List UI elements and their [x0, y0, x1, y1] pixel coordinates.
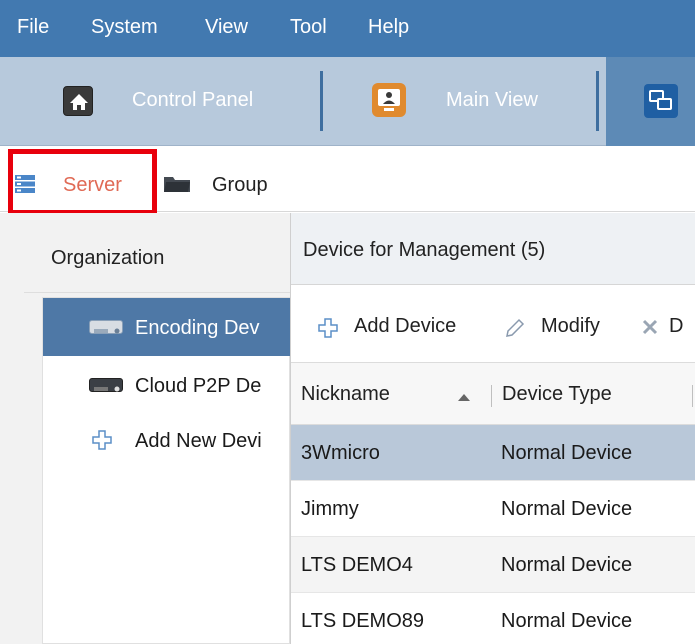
tree-item-add-new-device[interactable]: Add New Devi [43, 411, 291, 469]
delete-label: D [669, 315, 684, 337]
device-management-button[interactable] [606, 57, 695, 146]
column-device-type[interactable]: Device Type [502, 383, 612, 406]
encoding-device-icon [89, 320, 123, 334]
cell-device-type: Normal Device [501, 442, 633, 464]
management-title: Device for Management (5) [303, 239, 546, 261]
organization-header: Organization [24, 213, 290, 293]
cell-nickname: LTS DEMO89 [301, 610, 424, 632]
tree-item-label: Encoding Dev [135, 317, 260, 339]
organization-title: Organization [51, 247, 165, 269]
plus-icon [317, 317, 339, 339]
column-divider [491, 385, 492, 407]
close-icon [641, 318, 659, 336]
menu-file[interactable]: File [17, 16, 49, 39]
sort-ascending-icon[interactable] [457, 389, 471, 401]
tab-group[interactable]: Group [160, 152, 300, 212]
modify-button[interactable]: Modify [503, 285, 623, 363]
delete-button[interactable]: D [641, 285, 695, 363]
device-management-panel: Device for Management (5) Add Device Mod… [290, 213, 695, 644]
control-panel-label: Control Panel [132, 89, 254, 111]
toolbar-separator [320, 71, 323, 131]
folder-icon [162, 174, 192, 194]
device-tree: Encoding Dev Cloud P2P De Add New Devi [42, 297, 291, 644]
device-table-header: Nickname Device Type [291, 363, 695, 425]
main-view-button[interactable]: Main View [360, 57, 590, 146]
cloud-device-icon [89, 378, 123, 392]
table-row[interactable]: LTS DEMO4 Normal Device [291, 537, 695, 593]
monitor-user-icon [372, 83, 406, 117]
menu-bar: File System View Tool Help [0, 0, 695, 57]
column-divider [692, 385, 693, 407]
menu-system[interactable]: System [91, 16, 158, 39]
tree-item-label: Add New Devi [135, 430, 262, 452]
menu-tool[interactable]: Tool [290, 16, 327, 39]
cell-device-type: Normal Device [501, 610, 633, 632]
device-management-icon [644, 84, 678, 118]
menu-help[interactable]: Help [368, 16, 409, 39]
tab-group-label: Group [212, 174, 268, 196]
pencil-icon [503, 316, 527, 340]
menu-view[interactable]: View [205, 16, 248, 39]
modify-label: Modify [541, 315, 600, 337]
home-icon [63, 86, 93, 116]
cell-nickname: 3Wmicro [301, 442, 380, 464]
tree-item-encoding-device[interactable]: Encoding Dev [43, 298, 291, 356]
toolbar-separator [596, 71, 599, 131]
main-view-label: Main View [446, 89, 538, 111]
main-toolbar: Control Panel Main View [0, 57, 695, 146]
cell-device-type: Normal Device [501, 554, 633, 576]
management-actions: Add Device Modify D [291, 285, 695, 363]
cell-nickname: LTS DEMO4 [301, 554, 413, 576]
add-device-button[interactable]: Add Device [317, 285, 477, 363]
management-header: Device for Management (5) [291, 213, 695, 285]
column-nickname[interactable]: Nickname [301, 383, 390, 406]
table-row[interactable]: 3Wmicro Normal Device [291, 425, 695, 481]
cell-nickname: Jimmy [301, 498, 359, 520]
control-panel-button[interactable]: Control Panel [50, 57, 310, 146]
cell-device-type: Normal Device [501, 498, 633, 520]
add-device-label: Add Device [354, 315, 457, 337]
table-row[interactable]: LTS DEMO89 Normal Device [291, 593, 695, 644]
table-row[interactable]: Jimmy Normal Device [291, 481, 695, 537]
organization-panel: Organization Encoding Dev Cloud P2P De A… [0, 213, 291, 644]
plus-icon [91, 429, 113, 451]
highlight-annotation-box [8, 149, 157, 215]
tree-item-label: Cloud P2P De [135, 375, 262, 397]
tree-item-cloud-p2p-device[interactable]: Cloud P2P De [43, 356, 291, 414]
